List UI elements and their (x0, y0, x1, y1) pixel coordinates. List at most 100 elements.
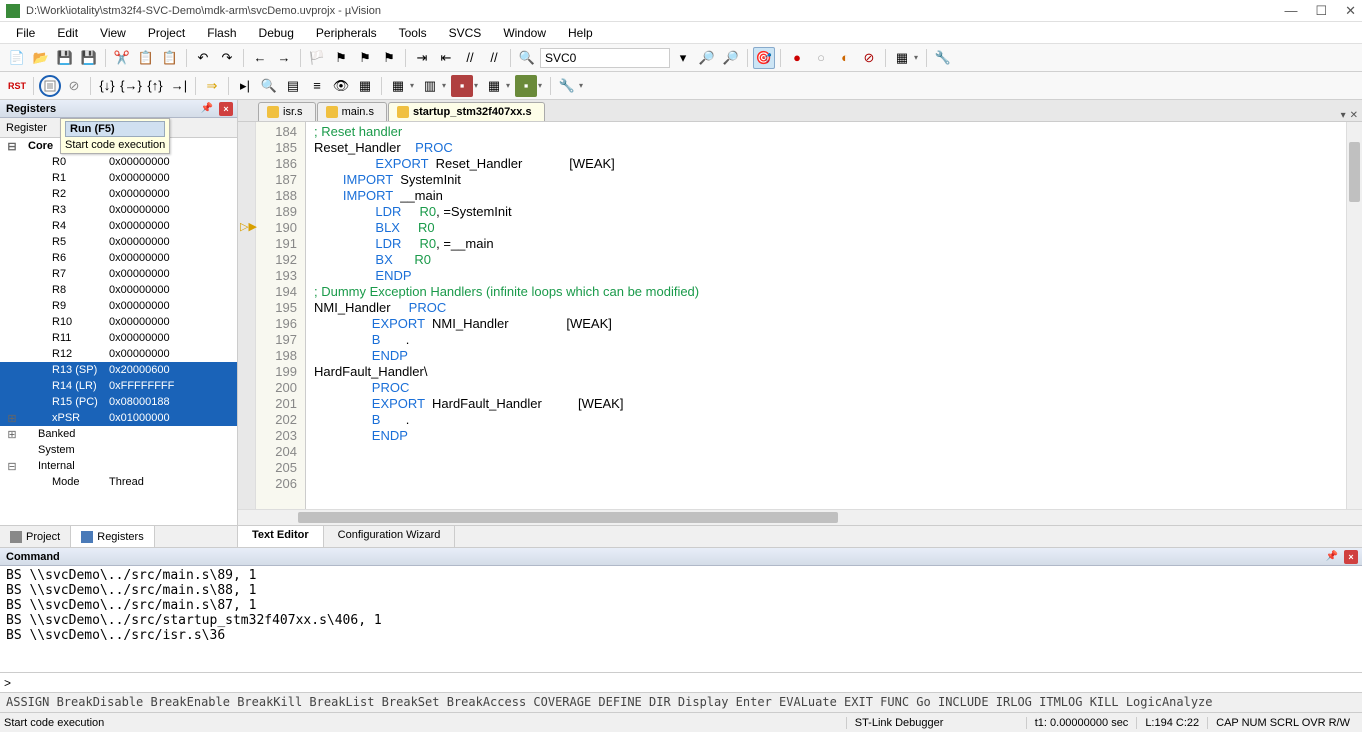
memory-icon[interactable]: ▦ (354, 75, 376, 97)
run-button[interactable] (39, 75, 61, 97)
register-r7[interactable]: R70x00000000 (0, 266, 237, 282)
register-r2[interactable]: R20x00000000 (0, 186, 237, 202)
register-r1[interactable]: R10x00000000 (0, 170, 237, 186)
menu-flash[interactable]: Flash (197, 24, 246, 42)
register-r4[interactable]: R40x00000000 (0, 218, 237, 234)
register-xpsr[interactable]: ⊞xPSR0x01000000 (0, 410, 237, 426)
file-tab-startup-stm32f407xx-s[interactable]: startup_stm32f407xx.s (388, 102, 545, 121)
uncomment-icon[interactable]: // (483, 47, 505, 69)
register-r13sp[interactable]: R13 (SP)0x20000600 (0, 362, 237, 378)
new-file-icon[interactable]: 📄 (6, 47, 28, 69)
disassembly-icon[interactable]: 🔍 (258, 75, 280, 97)
tools-icon[interactable]: 🔧 (932, 47, 954, 69)
command-input[interactable] (11, 676, 1358, 690)
reg-group-banked[interactable]: ⊞Banked (0, 426, 237, 442)
reg-group-system[interactable]: System (0, 442, 237, 458)
paste-icon[interactable]: 📋 (159, 47, 181, 69)
bookmark-next-icon[interactable]: ⚑ (354, 47, 376, 69)
window-layout-icon[interactable]: ▦ (891, 47, 913, 69)
pin-icon[interactable]: 📌 (201, 103, 213, 114)
bookmark-icon[interactable]: 🏳️ (306, 47, 328, 69)
copy-icon[interactable]: 📋 (135, 47, 157, 69)
register-r0[interactable]: R00x00000000 (0, 154, 237, 170)
left-tab-registers[interactable]: Registers (71, 526, 154, 547)
menu-tools[interactable]: Tools (389, 24, 437, 42)
comment-icon[interactable]: // (459, 47, 481, 69)
command-output[interactable]: BS \\svcDemo\../src/main.s\89, 1 BS \\sv… (0, 566, 1362, 672)
horizontal-scrollbar[interactable] (238, 509, 1362, 525)
register-r6[interactable]: R60x00000000 (0, 250, 237, 266)
step-over-icon[interactable]: {→} (120, 75, 142, 97)
step-into-icon[interactable]: {↓} (96, 75, 118, 97)
debug-config-icon[interactable]: 🎯 (753, 47, 775, 69)
step-out-icon[interactable]: {↑} (144, 75, 166, 97)
register-r9[interactable]: R90x00000000 (0, 298, 237, 314)
vertical-scrollbar[interactable] (1346, 122, 1362, 509)
redo-icon[interactable]: ↷ (216, 47, 238, 69)
tab-close-icon[interactable]: ✕ (1350, 110, 1358, 121)
save-all-icon[interactable]: 💾 (78, 47, 100, 69)
stop-icon[interactable]: ⊘ (63, 75, 85, 97)
callstack-icon[interactable]: ≡ (306, 75, 328, 97)
menu-svcs[interactable]: SVCS (439, 24, 492, 42)
bp-toggle-icon[interactable]: ● (786, 47, 808, 69)
register-r12[interactable]: R120x00000000 (0, 346, 237, 362)
toolbox-icon[interactable]: 🔧 (556, 75, 578, 97)
analysis-icon[interactable]: ▥ (419, 75, 441, 97)
close-button[interactable]: ✕ (1345, 3, 1356, 19)
target-combo[interactable] (540, 48, 670, 68)
watch-icon[interactable]: 👁 (330, 75, 352, 97)
registers-window-icon[interactable]: ▤ (282, 75, 304, 97)
open-file-icon[interactable]: 📂 (30, 47, 52, 69)
bp-kill-icon[interactable]: ◐ (834, 47, 856, 69)
find-folder-icon[interactable]: 🔍 (516, 47, 538, 69)
bookmark-clear-icon[interactable]: ⚑ (378, 47, 400, 69)
maximize-button[interactable]: ☐ (1315, 3, 1327, 19)
cmd-close-icon[interactable]: × (1344, 550, 1358, 564)
cut-icon[interactable]: ✂️ (111, 47, 133, 69)
register-mode[interactable]: ModeThread (0, 474, 237, 490)
register-r15pc[interactable]: R15 (PC)0x08000188 (0, 394, 237, 410)
menu-debug[interactable]: Debug (249, 24, 304, 42)
file-tab-main-s[interactable]: main.s (317, 102, 387, 121)
register-r14lr[interactable]: R14 (LR)0xFFFFFFFF (0, 378, 237, 394)
trace3-icon[interactable]: ▪ (515, 75, 537, 97)
show-next-icon[interactable]: ⇒ (201, 75, 223, 97)
file-tab-isr-s[interactable]: isr.s (258, 102, 316, 121)
reg-group-internal[interactable]: ⊟Internal (0, 458, 237, 474)
find-next-icon[interactable]: 🔎 (720, 47, 742, 69)
menu-help[interactable]: Help (558, 24, 603, 42)
serial-icon[interactable]: ▦ (387, 75, 409, 97)
combo-dd-icon[interactable]: ▾ (672, 47, 694, 69)
run-to-cursor-icon[interactable]: →| (168, 75, 190, 97)
cmd-pin-icon[interactable]: 📌 (1326, 551, 1338, 562)
editor-tab-text-editor[interactable]: Text Editor (238, 526, 324, 547)
reset-icon[interactable]: RST (6, 75, 28, 97)
command-window-icon[interactable]: ▸| (234, 75, 256, 97)
menu-edit[interactable]: Edit (47, 24, 88, 42)
register-r5[interactable]: R50x00000000 (0, 234, 237, 250)
tab-list-icon[interactable]: ▾ (1341, 110, 1346, 121)
trace2-icon[interactable]: ▦ (483, 75, 505, 97)
menu-file[interactable]: File (6, 24, 45, 42)
register-r11[interactable]: R110x00000000 (0, 330, 237, 346)
code-content[interactable]: ; Reset handlerReset_Handler PROC EXPORT… (306, 122, 1346, 509)
trace1-icon[interactable]: ▪ (451, 75, 473, 97)
menu-peripherals[interactable]: Peripherals (306, 24, 387, 42)
panel-close-icon[interactable]: × (219, 102, 233, 116)
indent-icon[interactable]: ⇥ (411, 47, 433, 69)
register-r10[interactable]: R100x00000000 (0, 314, 237, 330)
left-tab-project[interactable]: Project (0, 526, 71, 547)
find-icon[interactable]: 🔎 (696, 47, 718, 69)
save-icon[interactable]: 💾 (54, 47, 76, 69)
register-r3[interactable]: R30x00000000 (0, 202, 237, 218)
code-editor[interactable]: ▷▶ 1841851861871881891901911921931941951… (238, 122, 1362, 509)
nav-fwd-icon[interactable]: → (273, 47, 295, 69)
menu-project[interactable]: Project (138, 24, 195, 42)
nav-back-icon[interactable]: ← (249, 47, 271, 69)
gutter[interactable]: ▷▶ (238, 122, 256, 509)
menu-window[interactable]: Window (493, 24, 556, 42)
menu-view[interactable]: View (90, 24, 136, 42)
bookmark-prev-icon[interactable]: ⚑ (330, 47, 352, 69)
bp-killall-icon[interactable]: ⊘ (858, 47, 880, 69)
